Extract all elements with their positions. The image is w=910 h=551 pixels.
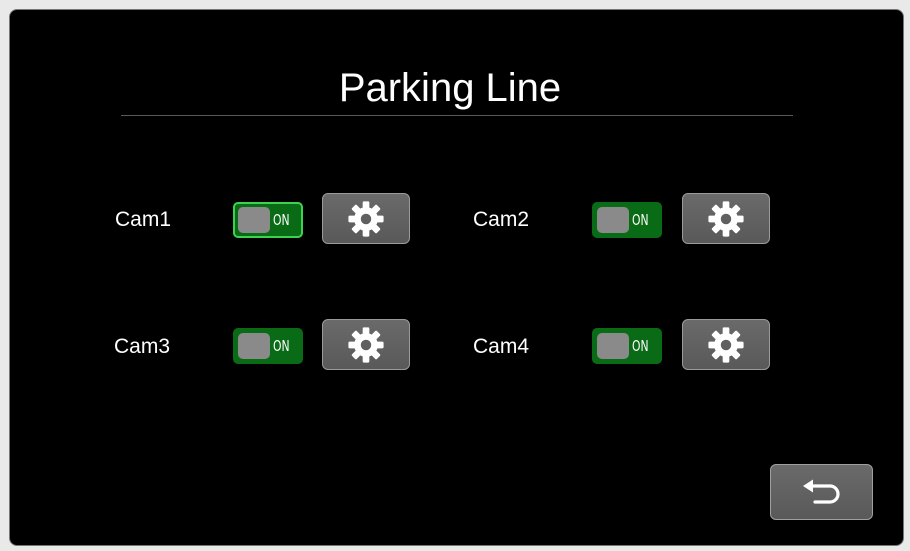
cam1-settings-button[interactable] — [322, 193, 410, 244]
cam3-toggle[interactable]: ON — [233, 328, 303, 364]
back-button[interactable] — [770, 464, 873, 520]
cam3-settings-button[interactable] — [322, 319, 410, 370]
cam3-label: Cam3 — [114, 335, 171, 358]
cam4-toggle[interactable]: ON — [592, 328, 662, 364]
toggle-knob — [238, 207, 270, 233]
cam4-label: Cam4 — [473, 335, 530, 358]
gear-icon — [707, 200, 745, 238]
toggle-state-label: ON — [632, 211, 649, 229]
return-arrow-icon — [802, 479, 840, 504]
toggle-knob — [238, 333, 270, 359]
gear-icon — [347, 326, 385, 364]
cam2-label: Cam2 — [473, 208, 530, 231]
gear-icon — [707, 326, 745, 364]
title-divider — [121, 115, 793, 116]
cam4-settings-button[interactable] — [682, 319, 770, 370]
cam1-toggle[interactable]: ON — [233, 202, 303, 238]
cam2-toggle[interactable]: ON — [592, 202, 662, 238]
page-title: Parking Line — [338, 66, 562, 110]
toggle-state-label: ON — [632, 337, 649, 355]
toggle-knob — [597, 333, 629, 359]
toggle-state-label: ON — [273, 337, 290, 355]
toggle-knob — [597, 207, 629, 233]
gear-icon — [347, 200, 385, 238]
cam1-label: Cam1 — [115, 208, 172, 231]
cam2-settings-button[interactable] — [682, 193, 770, 244]
toggle-state-label: ON — [273, 211, 290, 229]
